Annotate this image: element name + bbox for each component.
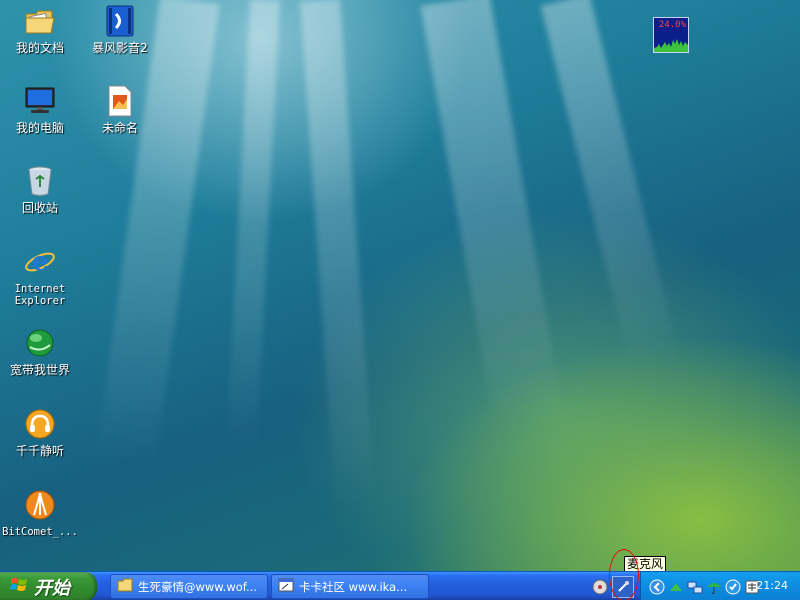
browser-window-icon <box>278 578 294 595</box>
light-ray <box>420 0 573 479</box>
light-ray <box>300 0 380 561</box>
security-shield-icon[interactable] <box>725 579 741 595</box>
network-green-icon[interactable] <box>668 579 684 595</box>
cpu-usage-meter[interactable]: 24.0% <box>653 17 689 53</box>
light-ray <box>87 0 220 520</box>
folder-icon <box>117 578 133 595</box>
light-ray <box>223 0 280 501</box>
image-file-icon <box>103 84 137 118</box>
taskbar-button-browser[interactable]: 卡卡社区 www.ika... <box>271 574 429 599</box>
notification-area: 21:24 <box>640 572 800 600</box>
icon-label: 回收站 <box>21 201 58 215</box>
internet-explorer-icon: e <box>23 245 57 279</box>
svg-text:e: e <box>32 247 49 277</box>
icon-label: 未命名 <box>101 121 138 135</box>
computer-monitor-icon <box>23 84 57 118</box>
desktop-icon-bitcomet[interactable]: BitComet_... <box>2 486 78 556</box>
headphones-icon <box>23 407 57 441</box>
icon-label: BitComet_... <box>2 526 78 538</box>
bitcomet-icon <box>23 488 57 522</box>
taskbar-button-folder[interactable]: 生死豪情@www.wof... <box>110 574 268 599</box>
desktop[interactable]: 我的文档 我的电脑 回收站 e Internet Explorer 宽带我世界 … <box>0 0 800 571</box>
globe-icon <box>23 326 57 360</box>
media-player-icon <box>103 4 137 38</box>
umbrella-icon[interactable] <box>706 579 722 595</box>
desktop-icon-broadband-world[interactable]: 宽带我世界 <box>2 324 78 394</box>
chevron-left-icon[interactable] <box>649 579 665 595</box>
microphone-icon[interactable] <box>612 576 634 598</box>
start-button[interactable]: 开始 <box>0 572 97 600</box>
taskbar: 开始 生死豪情@www.wof... 卡卡社区 www.ika... 21:24 <box>0 571 800 600</box>
desktop-icon-internet-explorer[interactable]: e Internet Explorer <box>2 243 78 313</box>
task-label: 生死豪情@www.wof... <box>138 579 257 594</box>
speaker-disc-icon[interactable] <box>592 579 608 595</box>
desktop-icon-storm-player[interactable]: 暴风影音2 <box>82 2 158 72</box>
icon-label: 千千静听 <box>15 444 64 458</box>
icon-label: 我的文档 <box>15 41 64 55</box>
light-ray <box>540 0 691 414</box>
tooltip: 麦克风 <box>624 556 667 571</box>
icon-label: 宽带我世界 <box>9 363 70 377</box>
desktop-icon-my-documents[interactable]: 我的文档 <box>2 2 78 72</box>
desktop-icon-my-computer[interactable]: 我的电脑 <box>2 82 78 152</box>
cpu-graph <box>654 39 688 52</box>
icon-label: Internet Explorer <box>14 283 66 307</box>
recycle-bin-icon <box>23 164 57 198</box>
icon-label: 暴风影音2 <box>92 41 148 55</box>
desktop-icon-untitled[interactable]: 未命名 <box>82 82 158 152</box>
folder-document-icon <box>23 4 57 38</box>
desktop-icon-ttplayer[interactable]: 千千静听 <box>2 405 78 475</box>
clock[interactable]: 21:24 <box>756 579 788 592</box>
icon-label: 我的电脑 <box>15 121 64 135</box>
start-label: 开始 <box>34 577 70 599</box>
desktop-icon-recycle-bin[interactable]: 回收站 <box>2 162 78 232</box>
network-connection-icon[interactable] <box>687 579 703 595</box>
quick-tray <box>592 576 634 598</box>
task-label: 卡卡社区 www.ika... <box>299 579 408 594</box>
windows-logo-icon <box>10 577 28 596</box>
